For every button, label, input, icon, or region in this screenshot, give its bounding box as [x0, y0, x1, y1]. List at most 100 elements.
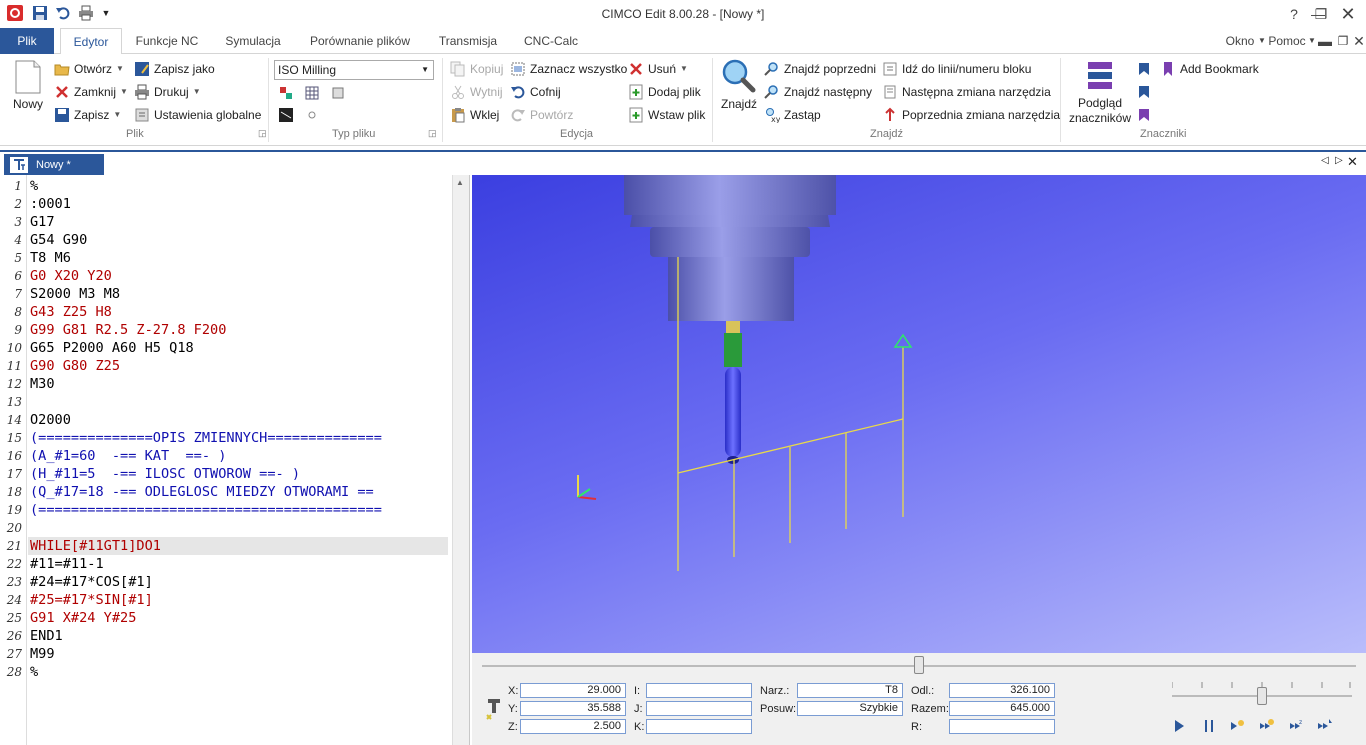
redo-button[interactable]: Powtórz [510, 105, 573, 125]
group-plik-launcher-icon[interactable]: ◲ [258, 128, 267, 139]
file-type-tool-2[interactable] [304, 83, 320, 103]
line-number: 19 [6, 503, 22, 517]
undo-button[interactable]: Cofnij [510, 82, 561, 102]
pause-icon[interactable] [1200, 717, 1218, 735]
paste-button[interactable]: Wklej [450, 105, 499, 125]
code-line[interactable]: G99 G81 R2.5 Z-27.8 F200 [30, 321, 226, 339]
close-button[interactable]: ✕ [1333, 2, 1363, 26]
code-line[interactable]: M30 [30, 375, 55, 393]
next-tool-change-button[interactable]: Następna zmiana narzędzia [882, 82, 1051, 102]
vertical-scrollbar[interactable]: ▲ [452, 175, 469, 745]
speed-ticks [1171, 677, 1352, 688]
delete-button[interactable]: Usuń ▼ [628, 59, 688, 79]
file-type-tool-1[interactable] [278, 83, 294, 103]
simulation-slider-thumb[interactable] [914, 656, 924, 674]
tab-transmisja[interactable]: Transmisja [432, 28, 504, 54]
close-document-icon[interactable]: ✕ [1347, 154, 1358, 170]
open-button[interactable]: Otwórz ▼ [54, 59, 124, 79]
fast-forward-icon[interactable] [1316, 717, 1334, 735]
save-as-button[interactable]: Zapisz jako [134, 59, 215, 79]
play-icon[interactable] [1170, 717, 1188, 735]
code-line[interactable]: % [30, 177, 38, 195]
code-line[interactable]: G90 G80 Z25 [30, 357, 120, 375]
restore-window-button[interactable]: ❐ [1306, 2, 1336, 26]
ribbon-close-icon[interactable]: ✕ [1352, 28, 1366, 54]
bookmark-preview-button[interactable]: Podgląd znaczników [1068, 96, 1132, 126]
file-type-tool-4[interactable] [278, 105, 294, 125]
add-file-button[interactable]: Dodaj plik [628, 82, 701, 102]
clear-bookmarks-button[interactable] [1136, 105, 1152, 125]
nc-code-editor[interactable]: 1 2 3 4 5 6 7 8 9 10 11 12 13 14 15 16 17 18 19 20 21 22 23 24 2… [0, 175, 470, 745]
menu-pomoc[interactable]: Pomoc [1266, 28, 1308, 54]
cut-button[interactable]: Wytnij [450, 82, 503, 102]
find-magnifier-icon[interactable] [720, 58, 756, 94]
step-icon[interactable] [1228, 717, 1246, 735]
step-into-icon[interactable] [1258, 717, 1276, 735]
insert-file-button[interactable]: Wstaw plik [628, 105, 705, 125]
code-line[interactable]: G65 P2000 A60 H5 Q18 [30, 339, 194, 357]
prev-tool-change-button[interactable]: Poprzednia zmiana narzędzia [882, 105, 1060, 125]
close-file-button[interactable]: Zamknij ▼ [54, 82, 128, 102]
code-line[interactable]: S2000 M3 M8 [30, 285, 120, 303]
ribbon-minimize-icon[interactable]: ▬ [1318, 28, 1332, 54]
copy-button[interactable]: Kopiuj [450, 59, 503, 79]
new-file-icon[interactable] [14, 60, 44, 94]
replace-button[interactable]: xy Zastąp [764, 105, 821, 125]
code-line[interactable]: (A_#1=60 -== KAT ==- ) [30, 447, 226, 465]
simulation-view[interactable] [472, 175, 1366, 653]
code-line[interactable]: G91 X#24 Y#25 [30, 609, 136, 627]
goto-line-button[interactable]: Idź do linii/numeru bloku [882, 59, 1031, 79]
find-button[interactable]: Znajdź [721, 94, 757, 114]
code-line[interactable]: :0001 [30, 195, 71, 213]
select-all-button[interactable]: Zaznacz wszystko [510, 59, 627, 79]
speed-slider-thumb[interactable] [1257, 687, 1267, 705]
code-line[interactable]: WHILE[#11GT1]DO1 [30, 537, 161, 555]
code-line[interactable]: G0 X20 Y20 [30, 267, 112, 285]
save-file-button[interactable]: Zapisz ▼ [54, 105, 121, 125]
prev-bookmark-button[interactable] [1136, 59, 1152, 79]
add-bookmark-button[interactable]: Add Bookmark [1160, 59, 1259, 79]
file-type-tool-5[interactable] [304, 105, 320, 125]
code-line[interactable]: % [30, 663, 38, 681]
menu-okno[interactable]: Okno [1222, 28, 1258, 54]
tab-cnc-calc[interactable]: CNC-Calc [518, 28, 584, 54]
redo-label: Powtórz [530, 108, 574, 122]
tab-plik[interactable]: Plik [0, 28, 54, 54]
code-line[interactable]: G43 Z25 H8 [30, 303, 112, 321]
okno-dropdown-icon[interactable]: ▼ [1258, 28, 1266, 54]
code-line[interactable]: #11=#11-1 [30, 555, 104, 573]
code-line[interactable]: (Q_#17=18 -== ODLEGLOSC MIEDZY OTWORAMI … [30, 483, 374, 501]
code-line[interactable]: END1 [30, 627, 63, 645]
code-line[interactable]: G17 [30, 213, 55, 231]
tab-edytor[interactable]: Edytor [60, 28, 122, 55]
code-line[interactable]: #25=#17*SIN[#1] [30, 591, 153, 609]
new-button[interactable]: Nowy [13, 94, 43, 114]
find-previous-button[interactable]: Znajdź poprzedni [764, 59, 876, 79]
file-type-tool-3[interactable] [330, 83, 346, 103]
find-next-button[interactable]: Znajdź następny [764, 82, 872, 102]
tab-porownanie-plikow[interactable]: Porównanie plików [304, 28, 416, 54]
code-line[interactable]: (=======================================… [30, 501, 382, 519]
scroll-up-icon[interactable]: ▲ [456, 178, 464, 187]
document-tab-nowy[interactable]: Nowy * [4, 154, 104, 176]
tab-scroll-right-icon[interactable]: ▷ [1335, 155, 1343, 166]
code-line[interactable]: M99 [30, 645, 55, 663]
tab-scroll-left-icon[interactable]: ◁ [1321, 155, 1329, 166]
tab-funkcje-nc[interactable]: Funkcje NC [130, 28, 204, 54]
group-typ-launcher-icon[interactable]: ◲ [428, 128, 437, 139]
print-button[interactable]: Drukuj ▼ [134, 82, 201, 102]
tab-symulacja[interactable]: Symulacja [218, 28, 288, 54]
step-z-icon[interactable]: z [1288, 717, 1306, 735]
pomoc-dropdown-icon[interactable]: ▼ [1308, 28, 1316, 54]
global-settings-button[interactable]: Ustawienia globalne [134, 105, 261, 125]
file-type-select[interactable]: ISO Milling ▼ [274, 60, 434, 80]
code-line[interactable]: O2000 [30, 411, 71, 429]
bookmark-preview-icon[interactable] [1086, 60, 1114, 94]
code-line[interactable]: T8 M6 [30, 249, 71, 267]
code-line[interactable]: #24=#17*COS[#1] [30, 573, 153, 591]
next-bookmark-button[interactable] [1136, 82, 1152, 102]
ribbon-restore-icon[interactable]: ❐ [1336, 28, 1350, 54]
code-line[interactable]: (==============OPIS ZMIENNYCH===========… [30, 429, 382, 447]
code-line[interactable]: (H_#11=5 -== ILOSC OTWOROW ==- ) [30, 465, 300, 483]
code-line[interactable]: G54 G90 [30, 231, 87, 249]
